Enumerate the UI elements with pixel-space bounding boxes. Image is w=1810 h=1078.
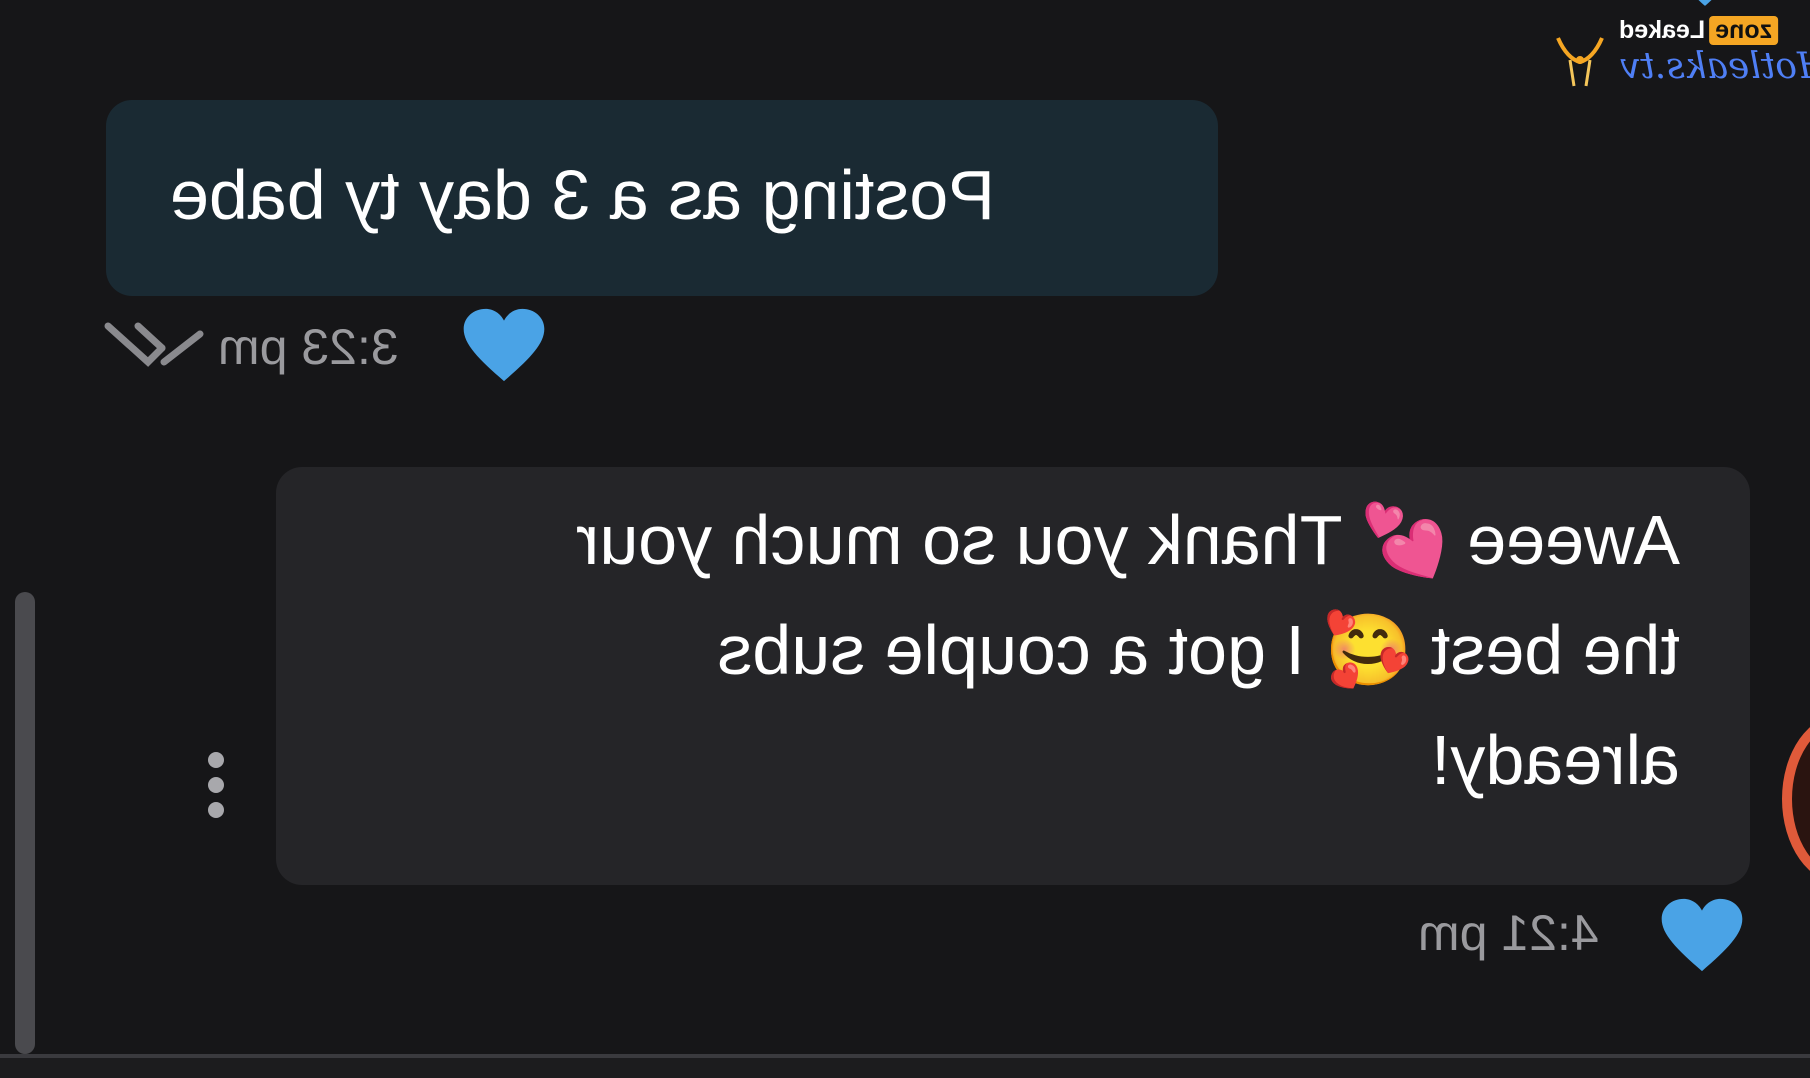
chat-screen: Leaked zone Hotleaks.tv Posting as a 3 d…	[0, 0, 1810, 1078]
incoming-message-text: Aweee 💕 Thank you so much your the best …	[346, 467, 1680, 885]
avatar[interactable]	[1782, 714, 1810, 884]
incoming-message-line-3: already!	[1430, 721, 1680, 799]
outgoing-message-time: 3:23 pm	[218, 319, 399, 375]
partial-heart-icon	[1698, 0, 1712, 6]
watermark-leaked: Leaked	[1619, 16, 1706, 44]
outgoing-message-bubble[interactable]: Posting as a 3 day ty babe	[106, 100, 1218, 296]
watermark-top-text: Leaked zone	[1615, 16, 1779, 45]
outgoing-message-text: Posting as a 3 day ty babe	[170, 156, 995, 234]
watermark-zone: zone	[1709, 16, 1779, 45]
blue-heart-icon[interactable]	[1660, 896, 1744, 974]
watermark-bottom-text: Hotleaks.tv	[1620, 46, 1810, 87]
read-receipt-icon	[104, 322, 204, 367]
watermark-logo: Leaked zone Hotleaks.tv	[1550, 12, 1810, 92]
watermark-figure-icon	[1556, 37, 1604, 87]
incoming-message-line-1: Aweee 💕 Thank you so much your	[575, 501, 1680, 579]
message-options-icon[interactable]	[203, 752, 229, 818]
blue-heart-icon[interactable]	[462, 306, 546, 384]
incoming-message-time: 4:21 pm	[1418, 905, 1599, 961]
incoming-message-line-2: the best 🥰 I got a couple subs	[717, 611, 1680, 689]
incoming-message-bubble[interactable]: Aweee 💕 Thank you so much your the best …	[276, 467, 1750, 885]
bottom-divider	[0, 1054, 1810, 1078]
scrollbar[interactable]	[15, 592, 35, 1054]
